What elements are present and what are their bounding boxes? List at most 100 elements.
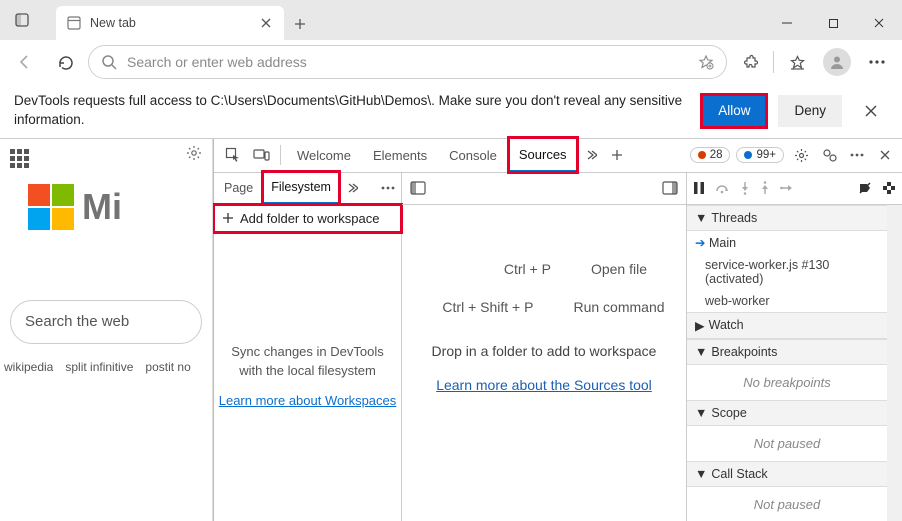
step-out-button[interactable] bbox=[760, 181, 770, 195]
deny-button[interactable]: Deny bbox=[778, 95, 842, 127]
brand-logo: Mi bbox=[0, 174, 212, 230]
step-into-button[interactable] bbox=[740, 181, 750, 195]
quick-links: wikipedia split infinitive postit no bbox=[0, 344, 212, 390]
search-icon bbox=[101, 54, 117, 70]
devtools-tab-welcome[interactable]: Welcome bbox=[287, 138, 361, 172]
deactivate-breakpoints-button[interactable] bbox=[858, 181, 872, 195]
page-icon bbox=[66, 15, 82, 31]
tab-strip: New tab bbox=[42, 6, 316, 40]
navigator-menu-button[interactable] bbox=[377, 171, 399, 205]
scrollbar[interactable] bbox=[887, 205, 902, 521]
devtools-tab-sources[interactable]: Sources bbox=[509, 138, 577, 172]
favorites-button[interactable] bbox=[780, 45, 814, 79]
devtools-panel: Welcome Elements Console Sources 28 99+ bbox=[213, 139, 902, 521]
step-over-button[interactable] bbox=[715, 182, 730, 194]
permission-prompt: DevTools requests full access to C:\User… bbox=[0, 84, 902, 139]
thread-web-worker[interactable]: web-worker bbox=[687, 290, 887, 312]
quick-link[interactable]: postit no bbox=[145, 360, 190, 374]
pause-on-exceptions-button[interactable] bbox=[882, 181, 896, 195]
devtools-menu-button[interactable] bbox=[846, 138, 868, 172]
quick-link[interactable]: split infinitive bbox=[65, 360, 133, 374]
toggle-debugger-icon[interactable] bbox=[662, 181, 678, 195]
navigator-tab-filesystem[interactable]: Filesystem bbox=[263, 172, 339, 204]
error-badge[interactable]: 28 bbox=[690, 147, 731, 163]
editor-toolbar bbox=[402, 173, 686, 205]
callstack-not-paused-text: Not paused bbox=[687, 487, 887, 521]
navigator-more-button[interactable] bbox=[341, 171, 363, 205]
plus-icon bbox=[222, 212, 234, 224]
refresh-button[interactable] bbox=[48, 45, 82, 79]
chevron-down-icon: ▼ bbox=[695, 345, 707, 359]
close-window-button[interactable] bbox=[856, 6, 902, 40]
back-button[interactable] bbox=[8, 45, 42, 79]
scope-section[interactable]: ▼Scope bbox=[687, 400, 887, 426]
allow-button[interactable]: Allow bbox=[702, 95, 766, 127]
debugger-pane: ▼Threads ➔ Main service-worker.js #130 (… bbox=[687, 173, 902, 521]
devtools-tab-console[interactable]: Console bbox=[439, 138, 507, 172]
navigator-tab-page[interactable]: Page bbox=[216, 172, 261, 204]
run-command-shortcut: Ctrl + Shift + P bbox=[423, 299, 533, 315]
address-bar[interactable]: Search or enter web address bbox=[88, 45, 727, 79]
extensions-button[interactable] bbox=[733, 45, 767, 79]
ntp-search-placeholder: Search the web bbox=[25, 313, 129, 330]
debugger-controls bbox=[687, 173, 902, 205]
ntp-settings-icon[interactable] bbox=[186, 145, 202, 161]
new-tab-devtools-button[interactable] bbox=[605, 138, 629, 172]
inspect-element-button[interactable] bbox=[220, 142, 246, 168]
avatar-icon bbox=[823, 48, 851, 76]
filesystem-sync-description: Sync changes in DevTools with the local … bbox=[214, 342, 401, 381]
chevron-right-icon: ▶ bbox=[695, 318, 705, 333]
drop-folder-hint: Drop in a folder to add to workspace bbox=[432, 343, 657, 359]
issues-button[interactable] bbox=[818, 138, 840, 172]
devtools-settings-button[interactable] bbox=[790, 138, 812, 172]
sources-navigator: Page Filesystem Add folder to workspace … bbox=[214, 173, 402, 521]
threads-section[interactable]: ▼Threads bbox=[687, 205, 887, 231]
profile-button[interactable] bbox=[820, 45, 854, 79]
more-tabs-button[interactable] bbox=[579, 138, 603, 172]
learn-workspaces-link[interactable]: Learn more about Workspaces bbox=[214, 393, 401, 408]
add-folder-button[interactable]: Add folder to workspace bbox=[214, 205, 401, 232]
address-placeholder: Search or enter web address bbox=[127, 54, 688, 70]
brand-text: Mi bbox=[82, 186, 122, 228]
new-tab-button[interactable] bbox=[284, 8, 316, 40]
maximize-button[interactable] bbox=[810, 6, 856, 40]
thread-main[interactable]: ➔ Main bbox=[687, 231, 887, 254]
browser-tab[interactable]: New tab bbox=[56, 6, 284, 40]
open-file-label: Open file bbox=[591, 261, 647, 277]
info-badge[interactable]: 99+ bbox=[736, 147, 784, 163]
navigator-tabs: Page Filesystem bbox=[214, 173, 401, 205]
thread-service-worker[interactable]: service-worker.js #130 (activated) bbox=[687, 254, 887, 290]
browser-toolbar: Search or enter web address bbox=[0, 40, 902, 84]
breakpoints-section[interactable]: ▼Breakpoints bbox=[687, 339, 887, 365]
devtools-tabbar: Welcome Elements Console Sources 28 99+ bbox=[214, 139, 902, 173]
device-toolbar-button[interactable] bbox=[248, 142, 274, 168]
minimize-button[interactable] bbox=[764, 6, 810, 40]
no-breakpoints-text: No breakpoints bbox=[687, 365, 887, 400]
quick-link[interactable]: wikipedia bbox=[4, 360, 53, 374]
chevron-down-icon: ▼ bbox=[695, 211, 707, 225]
microsoft-logo-icon bbox=[28, 184, 74, 230]
app-menu-button[interactable] bbox=[860, 45, 894, 79]
add-folder-label: Add folder to workspace bbox=[240, 211, 379, 226]
open-file-shortcut: Ctrl + P bbox=[441, 261, 551, 277]
sources-panel: Page Filesystem Add folder to workspace … bbox=[214, 173, 902, 521]
learn-sources-link[interactable]: Learn more about the Sources tool bbox=[436, 377, 652, 393]
close-devtools-button[interactable] bbox=[874, 138, 896, 172]
apps-launcher-icon[interactable] bbox=[10, 149, 29, 168]
watch-section[interactable]: ▶Watch bbox=[687, 312, 887, 339]
step-button[interactable] bbox=[780, 183, 794, 193]
ntp-search-box[interactable]: Search the web bbox=[10, 300, 202, 344]
devtools-tab-elements[interactable]: Elements bbox=[363, 138, 437, 172]
pause-button[interactable] bbox=[693, 181, 705, 195]
favorite-star-icon[interactable] bbox=[698, 54, 714, 70]
toggle-navigator-icon[interactable] bbox=[410, 181, 426, 195]
close-tab-button[interactable] bbox=[258, 15, 274, 31]
chevron-down-icon: ▼ bbox=[695, 467, 707, 481]
sources-editor: Ctrl + P Open file Ctrl + Shift + P Run co… bbox=[402, 173, 687, 521]
dismiss-prompt-button[interactable] bbox=[854, 94, 888, 128]
tab-actions-button[interactable] bbox=[6, 4, 38, 36]
callstack-section[interactable]: ▼Call Stack bbox=[687, 461, 887, 487]
scope-not-paused-text: Not paused bbox=[687, 426, 887, 461]
run-command-label: Run command bbox=[573, 299, 664, 315]
tab-title: New tab bbox=[90, 16, 250, 30]
